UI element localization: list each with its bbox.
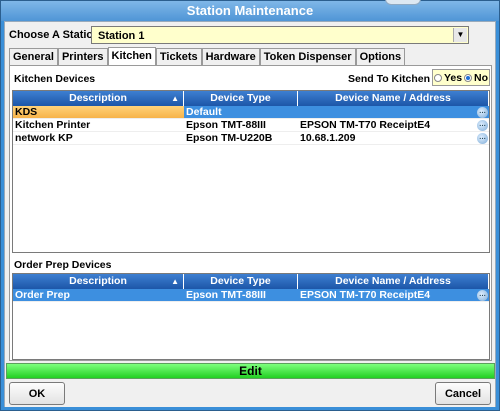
send-yes-option[interactable]: Yes [433, 71, 463, 84]
order-prep-devices-title: Order Prep Devices [14, 259, 112, 271]
cell-device-name-text: 10.68.1.209 [300, 132, 356, 144]
column-label: Description [69, 92, 127, 104]
tab-hardware[interactable]: Hardware [201, 48, 260, 65]
order-prep-devices-grid: Description ▲ Device Type Device Name / A… [12, 273, 490, 360]
tab-token-dispenser[interactable]: Token Dispenser [259, 48, 356, 65]
cancel-button[interactable]: Cancel [435, 382, 491, 405]
client-area: Choose A Station Station 1 ▼ General Pri… [4, 21, 496, 407]
kitchen-devices-grid: Description ▲ Device Type Device Name / A… [12, 90, 490, 253]
sort-asc-icon: ▲ [171, 94, 179, 103]
kitchen-panel: Kitchen Devices Send To Kitchen Yes No D… [9, 65, 492, 361]
column-header-device-type[interactable]: Device Type [184, 91, 298, 106]
tab-strip: General Printers Kitchen Tickets Hardwar… [9, 47, 406, 66]
station-row: Choose A Station Station 1 ▼ [5, 22, 495, 48]
cell-device-type: Epson TMT-88III [184, 289, 298, 301]
cell-device-name: … [298, 106, 489, 118]
send-no-option[interactable]: No [464, 72, 488, 84]
column-header-device-type[interactable]: Device Type [184, 274, 298, 289]
station-value: Station 1 [98, 30, 145, 42]
send-yes-label: Yes [443, 71, 463, 84]
column-header-device-name[interactable]: Device Name / Address [298, 91, 489, 106]
close-icon[interactable] [385, 0, 421, 5]
sort-asc-icon: ▲ [171, 277, 179, 286]
edit-bar[interactable]: Edit [6, 363, 495, 379]
cell-device-type: Epson TM-U220B [186, 132, 273, 144]
tab-options[interactable]: Options [355, 48, 406, 65]
send-no-label: No [474, 71, 489, 84]
kitchen-devices-title: Kitchen Devices [14, 73, 96, 85]
browse-icon[interactable]: … [477, 133, 488, 144]
tab-kitchen[interactable]: Kitchen [107, 47, 156, 66]
cell-device-type: Epson TMT-88III [186, 119, 266, 131]
table-row[interactable]: Order Prep Epson TMT-88III EPSON TM-T70 … [13, 289, 489, 302]
station-label: Choose A Station [9, 29, 100, 41]
radio-no[interactable] [464, 73, 473, 82]
browse-icon[interactable]: … [477, 107, 488, 118]
browse-icon[interactable]: … [477, 120, 488, 131]
cell-device-name: EPSON TM-T70 ReceiptE4 … [298, 119, 489, 131]
column-header-device-name[interactable]: Device Name / Address [298, 274, 489, 289]
send-to-kitchen-label: Send To Kitchen [348, 73, 431, 85]
radio-yes[interactable] [433, 73, 442, 82]
table-row[interactable]: Kitchen Printer Epson TMT-88III EPSON TM… [13, 119, 489, 132]
send-to-kitchen-toggle: Yes No [432, 69, 490, 86]
footer: OK Cancel [5, 380, 495, 407]
column-header-description[interactable]: Description ▲ [13, 274, 184, 289]
ok-button[interactable]: OK [9, 382, 65, 405]
cell-device-name: 10.68.1.209 … [298, 132, 489, 144]
cell-description: Order Prep [13, 289, 184, 301]
column-label: Description [69, 275, 127, 287]
station-dropdown[interactable]: Station 1 ▼ [91, 26, 469, 44]
tab-general[interactable]: General [9, 48, 58, 65]
title-bar: Station Maintenance [1, 0, 499, 21]
cell-description: KDS [13, 106, 184, 118]
window-title: Station Maintenance [186, 3, 314, 18]
cell-device-type: Default [184, 106, 298, 118]
column-header-description[interactable]: Description ▲ [13, 91, 184, 106]
table-row[interactable]: KDS Default … [13, 106, 489, 119]
cell-description: network KP [15, 132, 73, 144]
grid-header: Description ▲ Device Type Device Name / A… [13, 274, 489, 289]
grid-header: Description ▲ Device Type Device Name / A… [13, 91, 489, 106]
cell-description: Kitchen Printer [15, 119, 91, 131]
tab-printers[interactable]: Printers [57, 48, 108, 65]
chevron-down-icon[interactable]: ▼ [453, 28, 467, 42]
station-maintenance-window: Station Maintenance Choose A Station Sta… [0, 0, 500, 411]
browse-icon[interactable]: … [477, 290, 488, 301]
tab-tickets[interactable]: Tickets [155, 48, 202, 65]
table-row[interactable]: network KP Epson TM-U220B 10.68.1.209 … [13, 132, 489, 145]
cell-device-name: EPSON TM-T70 ReceiptE4 … [298, 289, 489, 301]
cell-device-name-text: EPSON TM-T70 ReceiptE4 [300, 119, 431, 131]
cell-device-name-text: EPSON TM-T70 ReceiptE4 [300, 289, 431, 301]
